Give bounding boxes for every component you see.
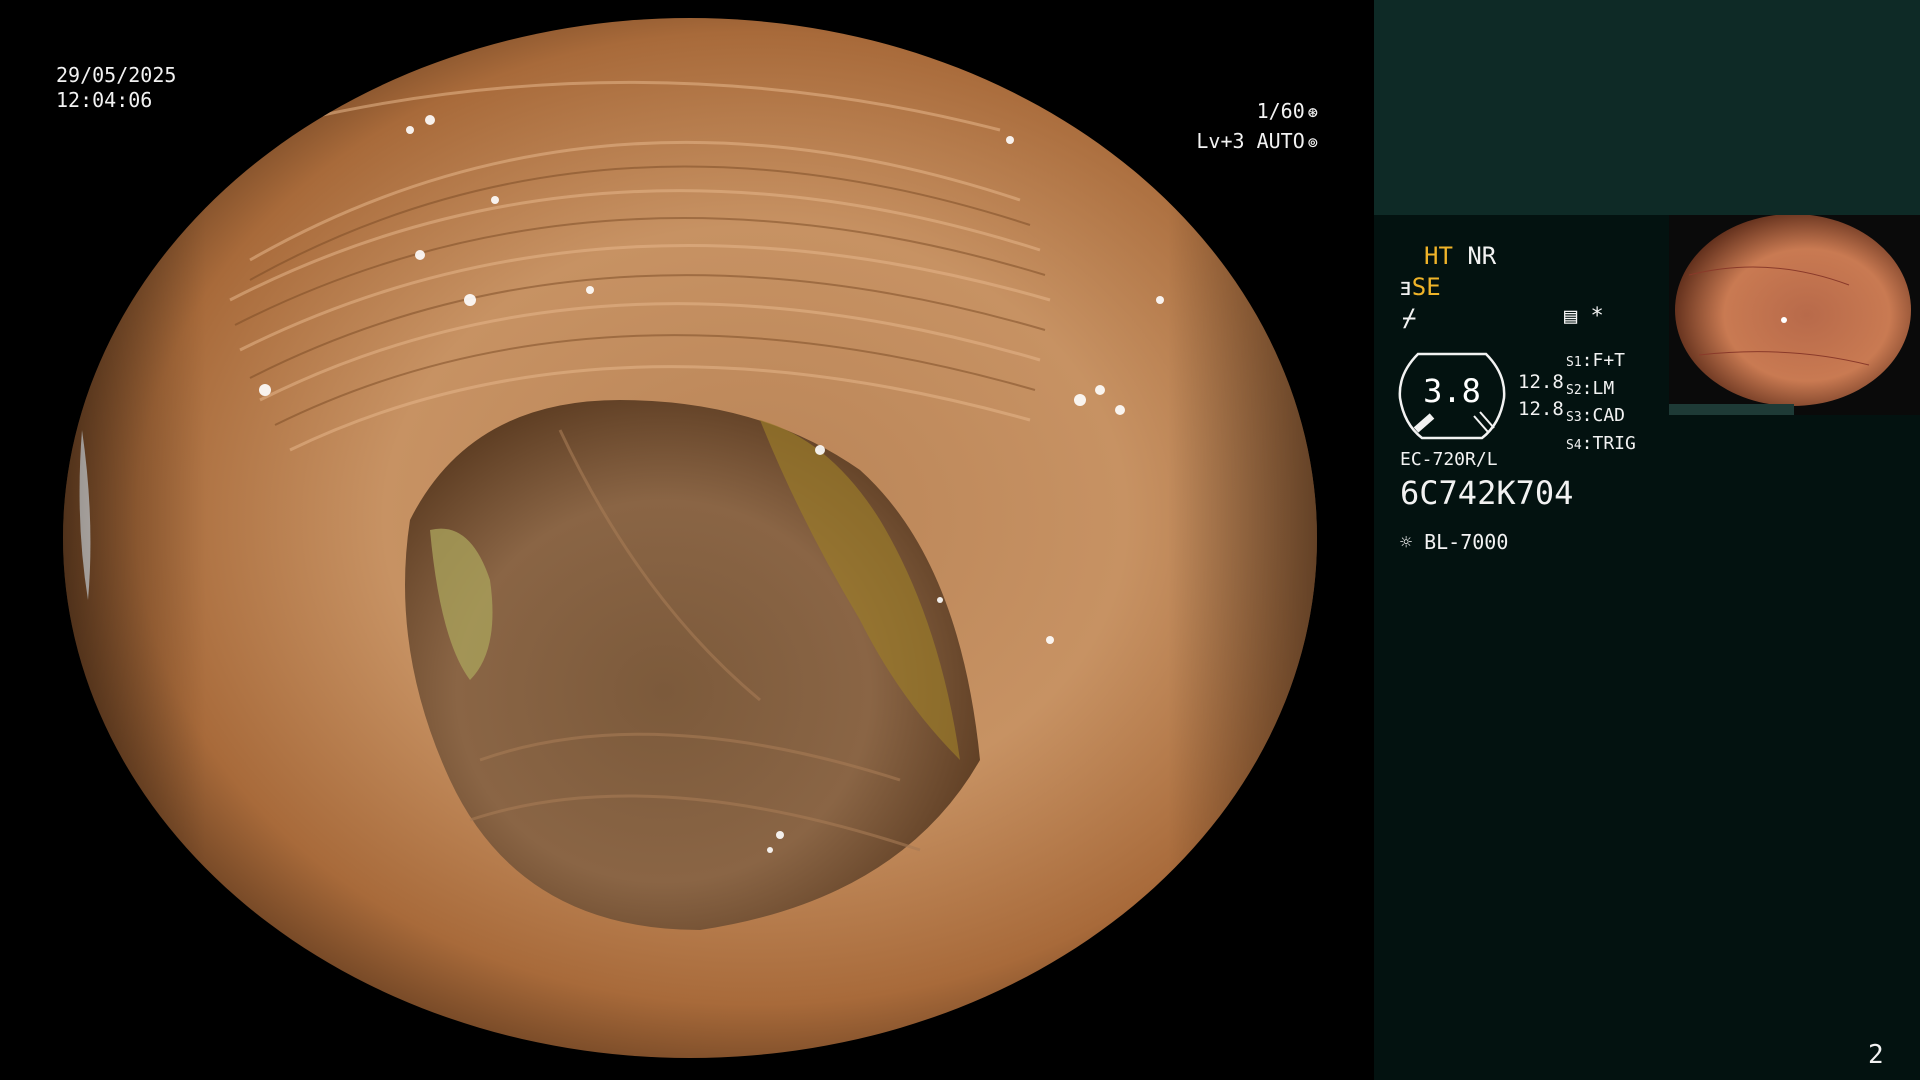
gauge-value: 3.8 xyxy=(1423,372,1481,410)
se-row: ⱻSE xyxy=(1400,273,1441,301)
exposure-readout: 1/60 ⊛ Lv+3 AUTO ⊚ xyxy=(1196,97,1318,157)
se-indicator: SE xyxy=(1411,273,1441,301)
slot-key: S1 xyxy=(1566,355,1582,370)
enhance-icon: ⱻ xyxy=(1400,273,1412,301)
endoscope-main-view: 29/05/2025 12:04:06 1/60 ⊛ Lv+3 AUTO ⊚ xyxy=(0,0,1374,1080)
scope-model: EC-720R/L xyxy=(1400,449,1498,470)
panel-header-area xyxy=(1374,0,1920,215)
star-indicator: * xyxy=(1590,304,1604,329)
nr-indicator: NR xyxy=(1467,242,1497,270)
image-mode-icon: ▤ xyxy=(1564,304,1578,329)
shutter-row: 1/60 ⊛ xyxy=(1196,97,1318,127)
light-source-icon: ☼ xyxy=(1400,530,1413,554)
ht-indicator: HT xyxy=(1424,242,1453,270)
scope-serial: 6C742K704 xyxy=(1400,474,1574,512)
light-source-model: BL-7000 xyxy=(1424,530,1509,554)
exam-time: 12:04:06 xyxy=(56,88,153,112)
iris-icon: ⊚ xyxy=(1307,133,1318,153)
slot-value: TRIG xyxy=(1592,432,1636,454)
slot-value: CAD xyxy=(1592,405,1626,426)
exam-date: 29/05/2025 xyxy=(56,63,177,87)
switch-assignments: S1:F+T S2:LM S3:CAD S4:TRIG xyxy=(1566,348,1636,458)
slot-row: S1:F+T xyxy=(1566,350,1626,371)
slot-value: LM xyxy=(1592,377,1615,399)
gauge-lower: 12.8 xyxy=(1518,398,1564,420)
light-source-row: ☼ BL-7000 xyxy=(1400,530,1508,554)
mode-icons-row: ▤ * xyxy=(1564,304,1604,329)
gauge-upper: 12.8 xyxy=(1518,371,1564,393)
aperture-icon: ⊛ xyxy=(1307,103,1318,123)
slot-row: S2:LM xyxy=(1566,377,1615,399)
ht-nr-row: HT NR xyxy=(1424,242,1496,270)
shutter-speed: 1/60 xyxy=(1256,99,1305,123)
date-time-readout: 29/05/2025 12:04:06 xyxy=(56,63,176,113)
thumbnail-image xyxy=(1669,215,1920,415)
colon-lumen-image xyxy=(63,18,1317,1058)
slot-value: F+T xyxy=(1592,350,1626,371)
slot-row: S4:TRIG xyxy=(1566,432,1636,454)
slot-key: S4 xyxy=(1566,437,1582,453)
iris-row: Lv+3 AUTO ⊚ xyxy=(1196,127,1318,157)
iris-level: Lv+3 AUTO xyxy=(1196,129,1305,153)
slot-key: S3 xyxy=(1566,410,1582,425)
capture-thumbnail[interactable] xyxy=(1669,215,1920,415)
freeze-icon: ⌿ xyxy=(1402,304,1417,332)
slot-row: S3:CAD xyxy=(1566,405,1626,426)
thumbnail-caption-bar xyxy=(1669,404,1794,415)
page-number: 2 xyxy=(1868,1040,1884,1070)
info-panel: HT NR ⱻSE ⌿ ▤ * 3.8 12.8 12.8 S1:F+T S2:… xyxy=(1374,0,1920,1080)
slot-key: S2 xyxy=(1566,382,1582,398)
